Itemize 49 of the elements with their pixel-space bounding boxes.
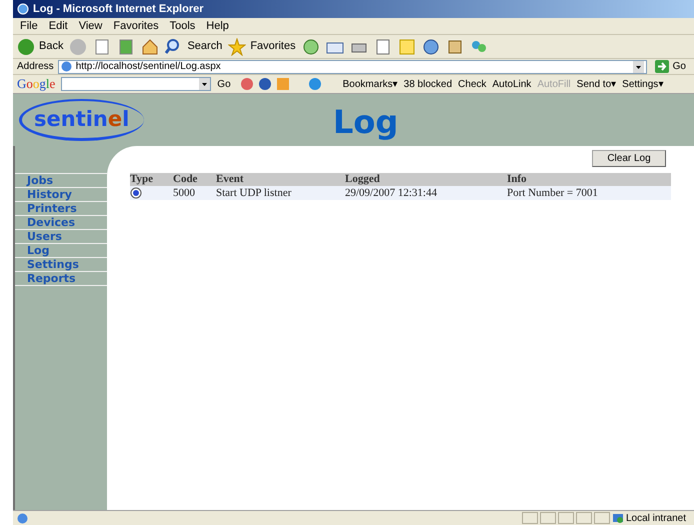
browser-icon xyxy=(17,3,29,15)
column-header: Code xyxy=(173,172,198,188)
google-toolbar-item[interactable]: AutoLink xyxy=(492,76,532,92)
table-cell-text: Start UDP listner xyxy=(216,186,292,201)
google-toolbar-item[interactable]: Send to▾ xyxy=(576,76,616,92)
table-cell-text: 5000 xyxy=(173,186,196,201)
google-toolbar-item[interactable]: Bookmarks▾ xyxy=(342,76,398,92)
google-logo: Google xyxy=(17,75,56,94)
go-arrow-icon xyxy=(654,60,669,73)
status-pane xyxy=(522,512,538,524)
menu-item[interactable]: Tools xyxy=(170,18,196,34)
menu-item[interactable]: Help xyxy=(206,18,229,34)
info-icon xyxy=(130,187,142,199)
column-header: Logged xyxy=(345,172,381,188)
menu-item[interactable]: View xyxy=(78,18,102,34)
column-header: Event xyxy=(216,172,244,188)
address-field[interactable]: http://localhost/sentinel/Log.aspx xyxy=(58,60,647,74)
clear-log-button[interactable]: Clear Log xyxy=(592,150,666,167)
page-heading: Log xyxy=(333,102,398,143)
back-icon[interactable] xyxy=(17,38,35,56)
page-icon xyxy=(60,61,72,72)
status-pane xyxy=(576,512,592,524)
google-toolbar-item[interactable]: 38 blocked xyxy=(404,76,452,92)
google-go-button[interactable]: Go xyxy=(217,76,231,92)
status-pane xyxy=(594,512,610,524)
table-cell-text: 29/09/2007 12:31:44 xyxy=(345,186,438,201)
menu-item[interactable]: Edit xyxy=(48,18,68,34)
menu-item[interactable]: File xyxy=(20,18,38,34)
google-toolbar-item[interactable]: Settings▾ xyxy=(622,76,664,92)
toolbar-button[interactable]: Back xyxy=(17,36,64,56)
intranet-icon xyxy=(612,512,624,524)
status-pane xyxy=(558,512,574,524)
toolbar-button[interactable]: Favorites xyxy=(228,36,296,56)
status-pane xyxy=(540,512,556,524)
toolbar-button[interactable]: Search xyxy=(165,36,222,56)
table-cell-text: Port Number = 7001 xyxy=(507,186,599,201)
address-label: Address xyxy=(17,60,54,74)
dropdown-icon[interactable] xyxy=(199,78,210,90)
window-title: Log - Microsoft Internet Explorer xyxy=(33,2,204,17)
go-button[interactable]: Go xyxy=(650,59,690,74)
menu-item[interactable]: Favorites xyxy=(113,18,159,34)
page-icon xyxy=(17,512,28,524)
google-search-field[interactable] xyxy=(61,77,212,91)
zone-label: Local intranet xyxy=(626,512,687,525)
google-toolbar-item[interactable]: Check xyxy=(458,76,486,92)
favorites-icon[interactable] xyxy=(228,38,246,56)
column-header: Type xyxy=(130,172,154,188)
dropdown-icon[interactable] xyxy=(632,60,644,72)
column-header: Info xyxy=(507,172,528,188)
